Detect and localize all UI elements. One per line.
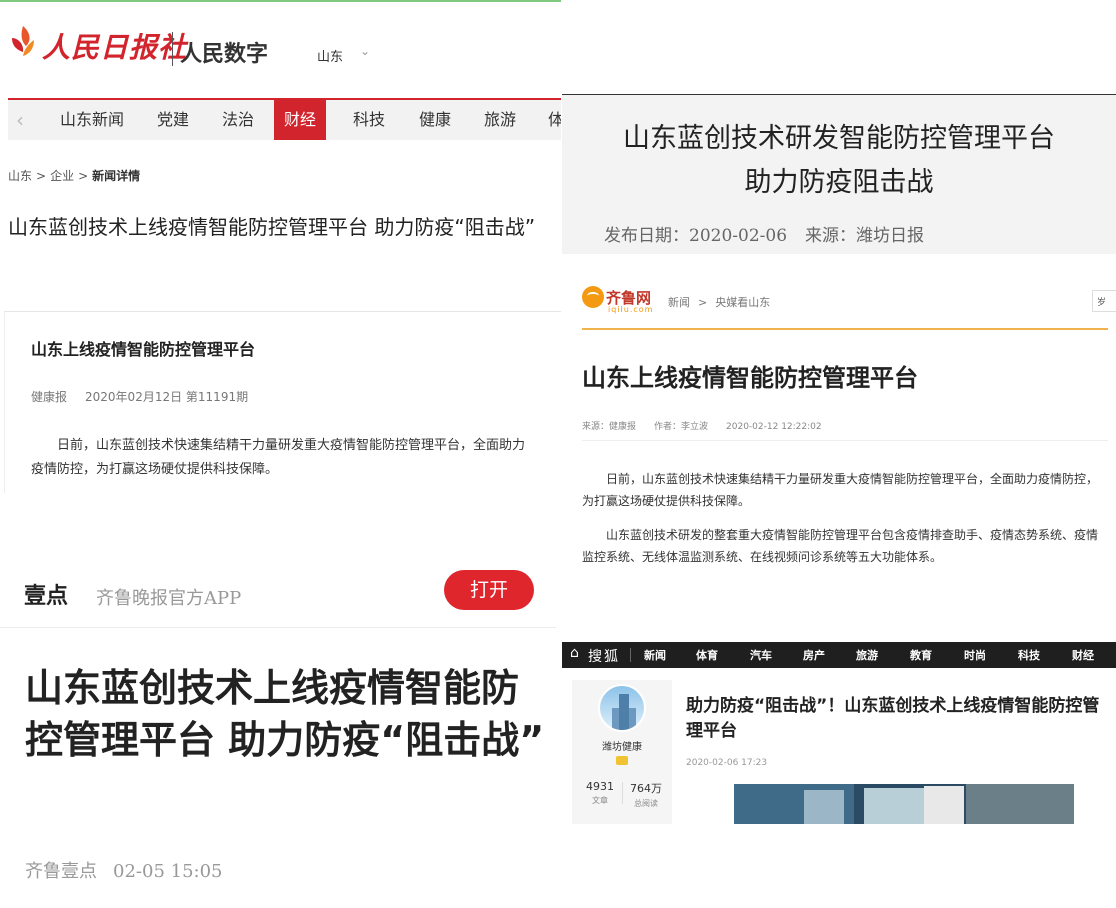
nav-item-tech[interactable]: 科技 xyxy=(1018,647,1040,663)
avatar[interactable] xyxy=(598,684,646,732)
home-icon[interactable]: ⌂ xyxy=(570,645,579,661)
article-date: 2020-02-06 17:23 xyxy=(686,758,768,768)
people-daily-logo-text[interactable]: 人民日报社 xyxy=(42,26,187,66)
article-source: 来源：潍坊日报 xyxy=(805,226,925,246)
yidian-logo: 壹点 xyxy=(24,584,69,609)
article-author: 作者：李立波 xyxy=(654,422,709,432)
qilu-app-panel: 壹点 齐鲁晚报官方APP 打开 山东蓝创技术上线疫情智能防控管理平台 助力防疫“… xyxy=(0,560,556,908)
people-digital-brand[interactable]: 人民数字 xyxy=(180,36,268,68)
breadcrumb-central-media[interactable]: 央媒看山东 xyxy=(715,296,770,309)
article-meta: 来源：健康报 作者：李立波 2020-02-12 12:22:02 xyxy=(582,419,840,432)
breadcrumb-shandong[interactable]: 山东 xyxy=(8,169,32,183)
qilu-net-domain: iqilu.com xyxy=(608,305,654,314)
nav-item-sports[interactable]: 体育 xyxy=(696,647,718,663)
article-title: 山东上线疫情智能防控管理平台 xyxy=(582,364,918,392)
article-title: 山东蓝创技术上线疫情智能防控管理平台 助力防疫“阻击战” xyxy=(25,666,545,762)
avatar-tower-shape xyxy=(619,694,629,730)
top-nav: ⌂ 搜狐 新闻 体育 汽车 房产 旅游 教育 时尚 科技 财经 xyxy=(562,642,1116,668)
stat-divider xyxy=(622,782,623,804)
nav-item-finance[interactable]: 财经 xyxy=(1072,647,1094,663)
article-time: 02-05 15:05 xyxy=(113,861,223,882)
verified-badge-icon xyxy=(616,756,628,765)
article-body: 日前，山东蓝创技术快速集结精干力量研发重大疫情智能防控管理平台，全面助力疫情防控… xyxy=(31,438,526,477)
nav-divider xyxy=(630,648,631,662)
weifang-daily-panel: 山东蓝创技术研发智能防控管理平台 助力防疫阻击战 发布日期：2020-02-06… xyxy=(562,94,1116,254)
nav-item-auto[interactable]: 汽车 xyxy=(750,647,772,663)
article-source: 来源：健康报 xyxy=(582,422,637,432)
sohu-panel: ⌂ 搜狐 新闻 体育 汽车 房产 旅游 教育 时尚 科技 财经 潍坊健康 493… xyxy=(562,642,1116,824)
nav-item-travel[interactable]: 旅游 xyxy=(474,100,526,140)
open-app-button[interactable]: 打开 xyxy=(444,570,534,610)
nav-item-law[interactable]: 法治 xyxy=(212,100,264,140)
breadcrumb-enterprise[interactable]: 企业 xyxy=(50,169,74,183)
article-source: 健康报 xyxy=(31,390,68,404)
article-headline: 山东蓝创技术上线疫情智能防控管理平台 助力防疫“阻击战” xyxy=(8,215,536,239)
photo-region xyxy=(924,786,964,824)
nav-item-finance[interactable]: 财经 xyxy=(274,100,327,140)
nav-item-tech[interactable]: 科技 xyxy=(343,100,395,140)
people-daily-logo-icon xyxy=(12,26,34,56)
articles-label: 文章 xyxy=(592,796,608,805)
photo-region xyxy=(966,784,1074,824)
breadcrumb-separator: > xyxy=(36,169,47,183)
nav-item-news[interactable]: 新闻 xyxy=(644,647,666,663)
breadcrumb: 新闻 > 央媒看山东 xyxy=(668,294,770,310)
chevron-left-icon[interactable]: ‹ xyxy=(16,108,24,132)
article-meta: 齐鲁壹点 02-05 15:05 xyxy=(25,857,239,883)
article-paragraph: 山东蓝创技术研发的整套重大疫情智能防控管理平台包含疫情排查助手、疫情态势系统、疫… xyxy=(582,528,1099,564)
channel-nav: ‹ 山东新闻 党建 法治 财经 科技 健康 旅游 体 xyxy=(8,98,561,140)
article-datetime: 2020-02-12 12:22:02 xyxy=(726,422,822,432)
qilu-net-logo-icon[interactable] xyxy=(582,286,604,308)
article-title: 山东蓝创技术研发智能防控管理平台 助力防疫阻击战 xyxy=(562,117,1116,205)
nav-item-fashion[interactable]: 时尚 xyxy=(964,647,986,663)
article-paragraph: 日前，山东蓝创技术快速集结精干力量研发重大疫情智能防控管理平台，全面助力疫情防控… xyxy=(582,472,1099,508)
author-name[interactable]: 潍坊健康 xyxy=(572,738,672,753)
sohu-logo[interactable]: 搜狐 xyxy=(588,646,620,666)
people-daily-panel: 人民日报社 人民数字 山东 ⌄ ‹ 山东新闻 党建 法治 财经 科技 健康 旅游… xyxy=(0,0,561,493)
nav-item-travel[interactable]: 旅游 xyxy=(856,647,878,663)
app-name: 齐鲁晚报官方APP xyxy=(96,588,242,609)
articles-count: 4931 xyxy=(586,780,614,793)
articles-stat: 4931 文章 xyxy=(578,780,622,806)
breadcrumb-separator: > xyxy=(78,169,89,183)
publish-date: 发布日期：2020-02-06 xyxy=(604,226,788,246)
nav-item-realestate[interactable]: 房产 xyxy=(803,647,825,663)
nav-item-education[interactable]: 教育 xyxy=(910,647,932,663)
article-date: 2020年02月12日 第11191期 xyxy=(85,390,249,404)
title-line-2: 助力防疫阻击战 xyxy=(744,167,934,198)
breadcrumb-current: 新闻详情 xyxy=(92,169,141,183)
meta-divider xyxy=(582,440,1108,441)
photo-region xyxy=(804,790,844,824)
breadcrumb: 山东 > 企业 > 新闻详情 xyxy=(8,167,140,184)
reads-label: 总阅读 xyxy=(634,799,658,808)
app-banner: 壹点 齐鲁晚报官方APP 打开 xyxy=(0,560,556,628)
chevron-down-icon[interactable]: ⌄ xyxy=(360,44,370,58)
breadcrumb-news[interactable]: 新闻 xyxy=(668,296,690,309)
search-box[interactable]: 岁 xyxy=(1092,290,1116,312)
related-article-meta: 健康报 2020年02月12日 第11191期 xyxy=(31,388,266,405)
region-selector[interactable]: 山东 xyxy=(317,46,343,65)
title-line-1: 山东蓝创技术研发智能防控管理平台 xyxy=(623,123,1055,154)
reads-count: 764万 xyxy=(630,782,662,795)
nav-item-party[interactable]: 党建 xyxy=(147,100,199,140)
author-card: 潍坊健康 4931 文章 764万 总阅读 xyxy=(572,680,672,824)
article-title: 助力防疫“阻击战”！山东蓝创技术上线疫情智能防控管理平台 xyxy=(686,696,1100,741)
nav-item-shandong-news[interactable]: 山东新闻 xyxy=(50,100,134,140)
article-photo xyxy=(734,784,1074,824)
article-source: 齐鲁壹点 xyxy=(25,861,97,882)
related-article-title[interactable]: 山东上线疫情智能防控管理平台 xyxy=(31,336,255,360)
logo-divider xyxy=(172,32,173,66)
qilu-net-panel: 齐鲁网 iqilu.com 新闻 > 央媒看山东 岁 山东上线疫情智能防控管理平台 … xyxy=(562,256,1116,642)
breadcrumb-separator: > xyxy=(698,296,708,309)
article-meta: 发布日期：2020-02-06 来源：潍坊日报 xyxy=(604,221,942,246)
nav-item-health[interactable]: 健康 xyxy=(409,100,461,140)
photo-region xyxy=(864,788,924,824)
nav-item-sports[interactable]: 体 xyxy=(538,100,561,140)
related-article-card: 山东上线疫情智能防控管理平台 健康报 2020年02月12日 第11191期 日前… xyxy=(4,311,561,493)
reads-stat: 764万 总阅读 xyxy=(624,780,668,809)
header-divider xyxy=(582,328,1108,330)
